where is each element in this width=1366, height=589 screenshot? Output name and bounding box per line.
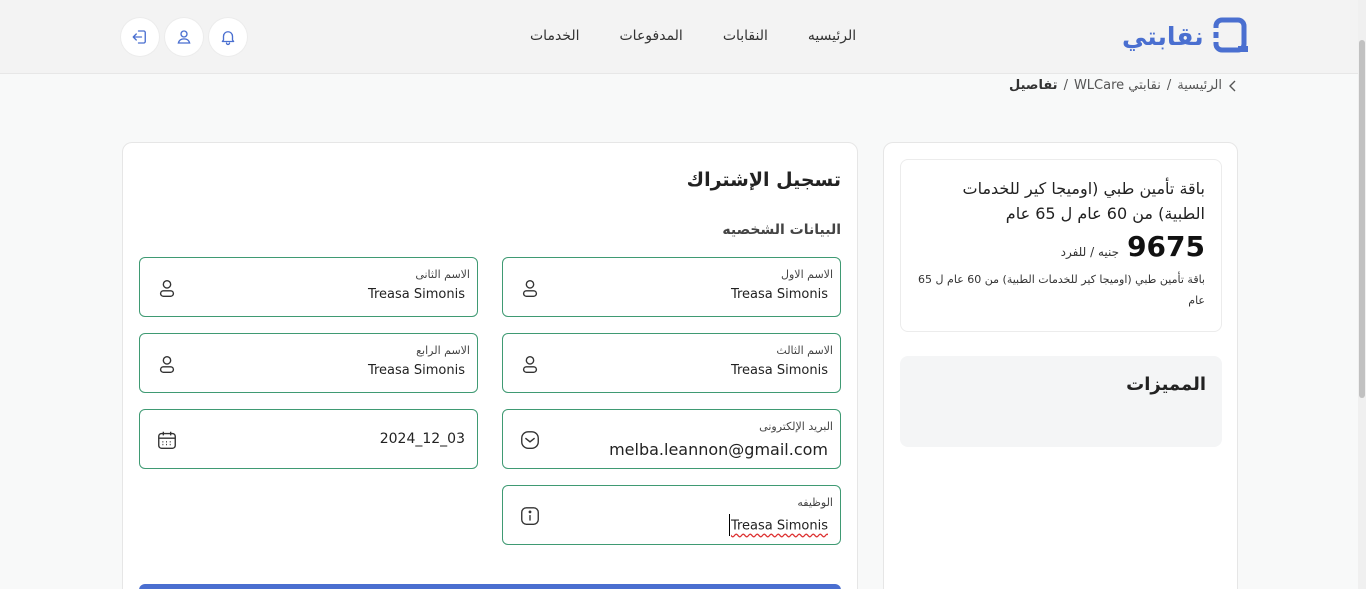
page-scrollbar[interactable] bbox=[1358, 0, 1366, 589]
job-field[interactable]: الوظيفه Treasa Simonis bbox=[502, 485, 841, 545]
logo-mark-icon bbox=[1211, 17, 1248, 53]
nav-services[interactable]: الخدمات bbox=[530, 28, 580, 44]
text-caret bbox=[728, 514, 730, 536]
date-field[interactable]: 2024_12_03 bbox=[139, 409, 478, 469]
info-icon bbox=[521, 507, 539, 525]
field-label: الوظيفه bbox=[797, 496, 833, 509]
email-input[interactable]: melba.leannon@gmail.com bbox=[609, 440, 828, 459]
calendar-icon bbox=[158, 431, 176, 449]
field-label: البريد الإلكترونى bbox=[759, 420, 833, 433]
mail-icon bbox=[521, 431, 539, 449]
section-title: البيانات الشخصيه bbox=[722, 222, 841, 238]
breadcrumb: الرئيسية / نقابتي WLCare / تفاصيل bbox=[1009, 78, 1238, 93]
profile-button[interactable] bbox=[165, 18, 203, 56]
user-icon bbox=[159, 355, 175, 373]
price-row: 9675 جنيه / للفرد bbox=[917, 230, 1205, 263]
user-icon bbox=[522, 279, 538, 297]
nav-home[interactable]: الرئيسيه bbox=[808, 28, 856, 44]
breadcrumb-home[interactable]: الرئيسية bbox=[1177, 78, 1222, 93]
second-name-input[interactable]: Treasa Simonis bbox=[368, 287, 465, 302]
package-sidebar: باقة تأمين طبي (اوميجا كير للخدمات الطبي… bbox=[883, 142, 1238, 589]
user-icon bbox=[177, 30, 191, 44]
logout-icon bbox=[132, 30, 146, 44]
breadcrumb-separator: / bbox=[1063, 78, 1068, 93]
fourth-name-input[interactable]: Treasa Simonis bbox=[368, 363, 465, 378]
brand-logo[interactable]: نقابتي bbox=[1122, 14, 1252, 58]
breadcrumb-section[interactable]: نقابتي WLCare bbox=[1074, 78, 1161, 93]
third-name-field[interactable]: الاسم الثالث Treasa Simonis bbox=[502, 333, 841, 393]
brand-name: نقابتي bbox=[1122, 21, 1204, 51]
price-unit: جنيه / للفرد bbox=[1060, 245, 1120, 259]
package-title: باقة تأمين طبي (اوميجا كير للخدمات الطبي… bbox=[962, 179, 1205, 223]
package-description: باقة تأمين طبي (اوميجا كير للخدمات الطبي… bbox=[918, 273, 1205, 307]
field-label: الاسم الثالث bbox=[776, 344, 833, 357]
package-price: 9675 bbox=[1127, 230, 1205, 263]
third-name-input[interactable]: Treasa Simonis bbox=[731, 363, 828, 378]
features-title: المميزات bbox=[1126, 374, 1206, 395]
main-nav: الرئيسيه النقابات المدفوعات الخدمات bbox=[530, 28, 856, 44]
field-label: الاسم الثانى bbox=[415, 268, 470, 281]
job-input-wrap[interactable]: Treasa Simonis bbox=[728, 514, 828, 537]
breadcrumb-current: تفاصيل bbox=[1008, 78, 1058, 93]
submit-button[interactable] bbox=[139, 584, 841, 589]
email-field[interactable]: البريد الإلكترونى melba.leannon@gmail.co… bbox=[502, 409, 841, 469]
nav-payments[interactable]: المدفوعات bbox=[620, 28, 683, 44]
date-input[interactable]: 2024_12_03 bbox=[380, 431, 465, 447]
form-title: تسجيل الإشتراك bbox=[686, 169, 841, 191]
chevron-left-icon bbox=[1229, 80, 1236, 91]
notifications-button[interactable] bbox=[209, 18, 247, 56]
logout-button[interactable] bbox=[121, 18, 159, 56]
nav-syndicates[interactable]: النقابات bbox=[723, 28, 768, 44]
field-label: الاسم الرابع bbox=[416, 344, 470, 357]
fourth-name-field[interactable]: الاسم الرابع Treasa Simonis bbox=[139, 333, 478, 393]
job-input[interactable]: Treasa Simonis bbox=[731, 519, 828, 534]
top-navbar: نقابتي الرئيسيه النقابات المدفوعات الخدم… bbox=[0, 0, 1366, 74]
second-name-field[interactable]: الاسم الثانى Treasa Simonis bbox=[139, 257, 478, 317]
features-box: المميزات bbox=[900, 356, 1222, 447]
scrollbar-thumb[interactable] bbox=[1359, 40, 1365, 398]
subscription-form: تسجيل الإشتراك البيانات الشخصيه الاسم ال… bbox=[122, 142, 858, 589]
first-name-input[interactable]: Treasa Simonis bbox=[731, 287, 828, 302]
bell-icon bbox=[221, 31, 235, 46]
user-icon bbox=[159, 279, 175, 297]
first-name-field[interactable]: الاسم الاول Treasa Simonis bbox=[502, 257, 841, 317]
user-icon bbox=[522, 355, 538, 373]
breadcrumb-separator: / bbox=[1166, 78, 1172, 93]
field-label: الاسم الاول bbox=[781, 268, 833, 281]
package-card: باقة تأمين طبي (اوميجا كير للخدمات الطبي… bbox=[900, 159, 1222, 332]
